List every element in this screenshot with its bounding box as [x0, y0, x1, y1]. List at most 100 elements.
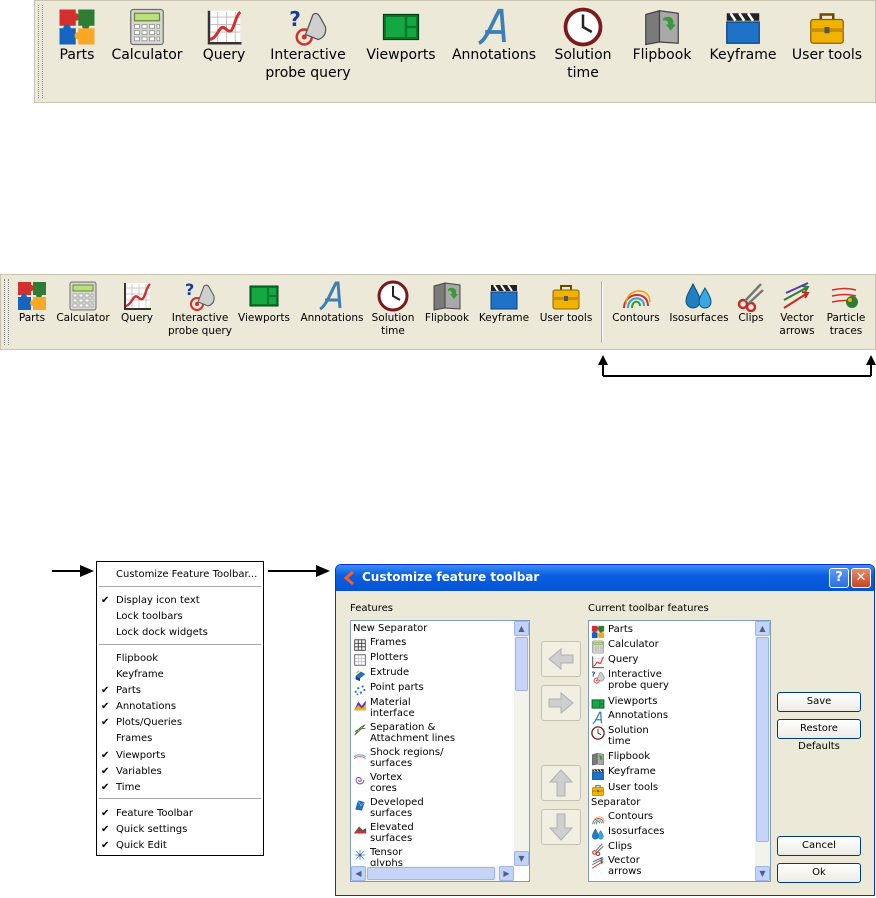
calculator-icon: [591, 640, 605, 654]
features-label: Features: [350, 603, 393, 614]
scroll-up-button[interactable]: ▲: [514, 621, 529, 636]
menu-item-quick-settings[interactable]: ✔ Quick settings: [97, 822, 263, 838]
current-features-list[interactable]: Parts Calculator Query Interactive probe qu…: [588, 620, 771, 882]
scroll-thumb[interactable]: [515, 637, 528, 691]
menu-item-annotations[interactable]: ✔ Annotations: [97, 699, 263, 715]
probe-hand-icon: [184, 280, 216, 312]
toolbar-button-label: Keyframe: [478, 312, 530, 324]
help-button[interactable]: ?: [829, 568, 849, 588]
toolbar-button-solution-time[interactable]: Solution time: [367, 280, 419, 338]
clapperboard-icon: [488, 280, 520, 312]
toolbox-icon: [807, 7, 847, 47]
toolbar-button-clips[interactable]: Clips: [731, 280, 771, 325]
move-up-button[interactable]: [541, 765, 581, 801]
toolbar-button-label: Interactive probe query: [265, 47, 351, 81]
menu-item-parts[interactable]: ✔ Parts: [97, 683, 263, 699]
frames-icon: [353, 638, 367, 652]
list-item-label: Viewports: [608, 696, 658, 707]
arrow-right-icon: [548, 691, 574, 715]
menu-item-lock-dock-widgets[interactable]: Lock dock widgets: [97, 625, 263, 641]
toolbar-button-flipbook[interactable]: Flipbook: [620, 7, 704, 65]
annotation-a-icon: [591, 711, 605, 725]
toolbar-button-keyframe[interactable]: Keyframe: [703, 7, 783, 65]
cancel-button[interactable]: Cancel: [777, 836, 861, 856]
toolbar-button-annotations[interactable]: Annotations: [441, 7, 547, 65]
toolbar-button-user-tools[interactable]: User tools: [779, 7, 875, 65]
toolbar-button-vector-arrows[interactable]: Vector arrows: [774, 280, 820, 338]
arrow-down-icon: [548, 813, 574, 841]
ok-button[interactable]: Ok: [777, 863, 861, 883]
list-item-label: Frames: [370, 637, 407, 648]
menu-item-keyframe[interactable]: Keyframe: [97, 667, 263, 683]
toolbar-button-label: Clips: [738, 312, 764, 324]
toolbar-button-label: User tools: [539, 312, 593, 324]
restore-defaults-button[interactable]: Restore Defaults: [777, 719, 861, 752]
toolbar-button-query[interactable]: Query: [115, 280, 159, 325]
menu-item-feature-toolbar[interactable]: ✔ Feature Toolbar: [97, 806, 263, 822]
menu-item-customize-feature-toolbar[interactable]: Customize Feature Toolbar...: [97, 567, 263, 583]
dialog-title: Customize feature toolbar: [362, 570, 540, 584]
current-vertical-scrollbar[interactable]: ▲ ▼: [755, 621, 770, 881]
scroll-thumb[interactable]: [367, 867, 495, 880]
menu-item-label: Display icon text: [116, 595, 200, 606]
remove-left-button[interactable]: [541, 641, 581, 677]
toolbar-button-label: User tools: [791, 47, 863, 63]
scroll-down-button[interactable]: ▼: [755, 866, 770, 881]
toolbar-button-calculator[interactable]: Calculator: [107, 7, 187, 65]
menu-item-flipbook[interactable]: Flipbook: [97, 651, 263, 667]
menu-item-quick-edit[interactable]: ✔ Quick Edit: [97, 838, 263, 854]
toolbar-button-interactive-probe-query[interactable]: Interactive probe query: [164, 280, 236, 338]
vector-arrows-icon: [591, 856, 605, 870]
menu-item-time[interactable]: ✔ Time: [97, 780, 263, 796]
vector-arrows-icon: [781, 280, 813, 312]
close-button[interactable]: ✕: [851, 568, 871, 588]
toolbar-button-label: Annotations: [300, 312, 364, 324]
toolbar-button-viewports[interactable]: Viewports: [236, 280, 292, 325]
toolbar-button-contours[interactable]: Contours: [605, 280, 667, 325]
toolbar-context-menu: Customize Feature Toolbar... ✔ Display ico…: [96, 561, 264, 856]
features-list[interactable]: New Separator Frames Plotters Extrude Point …: [350, 620, 530, 882]
toolbar-button-user-tools[interactable]: User tools: [538, 280, 594, 325]
scroll-thumb[interactable]: [756, 637, 769, 842]
bracket-arrow: [598, 355, 876, 377]
menu-item-viewports[interactable]: ✔ Viewports: [97, 748, 263, 764]
toolbar-button-isosurfaces[interactable]: Isosurfaces: [665, 280, 733, 325]
menu-item-lock-toolbars[interactable]: Lock toolbars: [97, 609, 263, 625]
list-item-label: Separation & Attachment lines: [370, 722, 456, 744]
annotation-a-icon: [316, 280, 348, 312]
toolbar-button-flipbook[interactable]: Flipbook: [419, 280, 475, 325]
toolbar-button-interactive-probe-query[interactable]: Interactive probe query: [253, 7, 363, 82]
menu-item-frames[interactable]: Frames: [97, 731, 263, 747]
move-down-button[interactable]: [541, 809, 581, 845]
viewports-icon: [248, 280, 280, 312]
list-item-label: Query: [608, 654, 639, 665]
clock-icon: [377, 280, 409, 312]
menu-item-display-icon-text[interactable]: ✔ Display icon text: [97, 593, 263, 609]
dialog-titlebar[interactable]: Customize feature toolbar ? ✕: [336, 565, 874, 591]
scroll-right-button[interactable]: ▶: [499, 866, 514, 881]
menu-separator: [99, 644, 261, 645]
clips-icon: [591, 842, 605, 856]
scroll-down-button[interactable]: ▼: [514, 851, 529, 866]
save-button[interactable]: Save: [777, 692, 861, 712]
toolbar-button-viewports[interactable]: Viewports: [361, 7, 441, 65]
extrude-icon: [353, 668, 367, 682]
developed-surfaces-icon: [353, 798, 367, 812]
toolbar-button-annotations[interactable]: Annotations: [297, 280, 367, 325]
toolbar-button-query[interactable]: Query: [186, 7, 262, 65]
toolbar-button-parts[interactable]: Parts: [7, 280, 57, 325]
clock-icon: [591, 726, 605, 740]
scroll-left-button[interactable]: ◀: [351, 866, 366, 881]
features-horizontal-scrollbar[interactable]: ◀ ▶: [351, 866, 514, 881]
check-icon: ✔: [101, 840, 110, 851]
vortex-cores-icon: [353, 773, 367, 787]
add-right-button[interactable]: [541, 685, 581, 721]
menu-item-variables[interactable]: ✔ Variables: [97, 764, 263, 780]
features-vertical-scrollbar[interactable]: ▲ ▼: [514, 621, 529, 866]
toolbar-button-calculator[interactable]: Calculator: [52, 280, 114, 325]
toolbar-button-particle-traces[interactable]: Particle traces: [821, 280, 871, 338]
toolbar-button-solution-time[interactable]: Solution time: [544, 7, 622, 82]
toolbar-button-keyframe[interactable]: Keyframe: [474, 280, 534, 325]
menu-item-plots-queries[interactable]: ✔ Plots/Queries: [97, 715, 263, 731]
scroll-up-button[interactable]: ▲: [755, 621, 770, 636]
